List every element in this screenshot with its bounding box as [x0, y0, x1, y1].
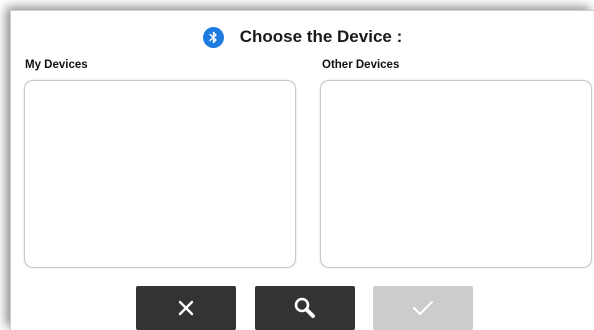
confirm-button[interactable] [373, 286, 473, 330]
close-icon [178, 300, 194, 316]
my-devices-list[interactable] [24, 80, 296, 268]
bluetooth-icon [202, 26, 224, 48]
other-devices-list[interactable] [320, 80, 592, 268]
search-icon [294, 297, 315, 318]
cancel-button[interactable] [136, 286, 236, 330]
my-devices-label: My Devices [25, 59, 88, 71]
search-button[interactable] [255, 286, 355, 330]
dialog-header: Choose the Device : [11, 25, 594, 49]
dialog-title: Choose the Device : [239, 27, 403, 46]
other-devices-label: Other Devices [322, 59, 400, 71]
checkmark-icon [413, 301, 433, 315]
device-chooser-dialog: Choose the Device : My Devices Other Dev… [10, 10, 594, 330]
